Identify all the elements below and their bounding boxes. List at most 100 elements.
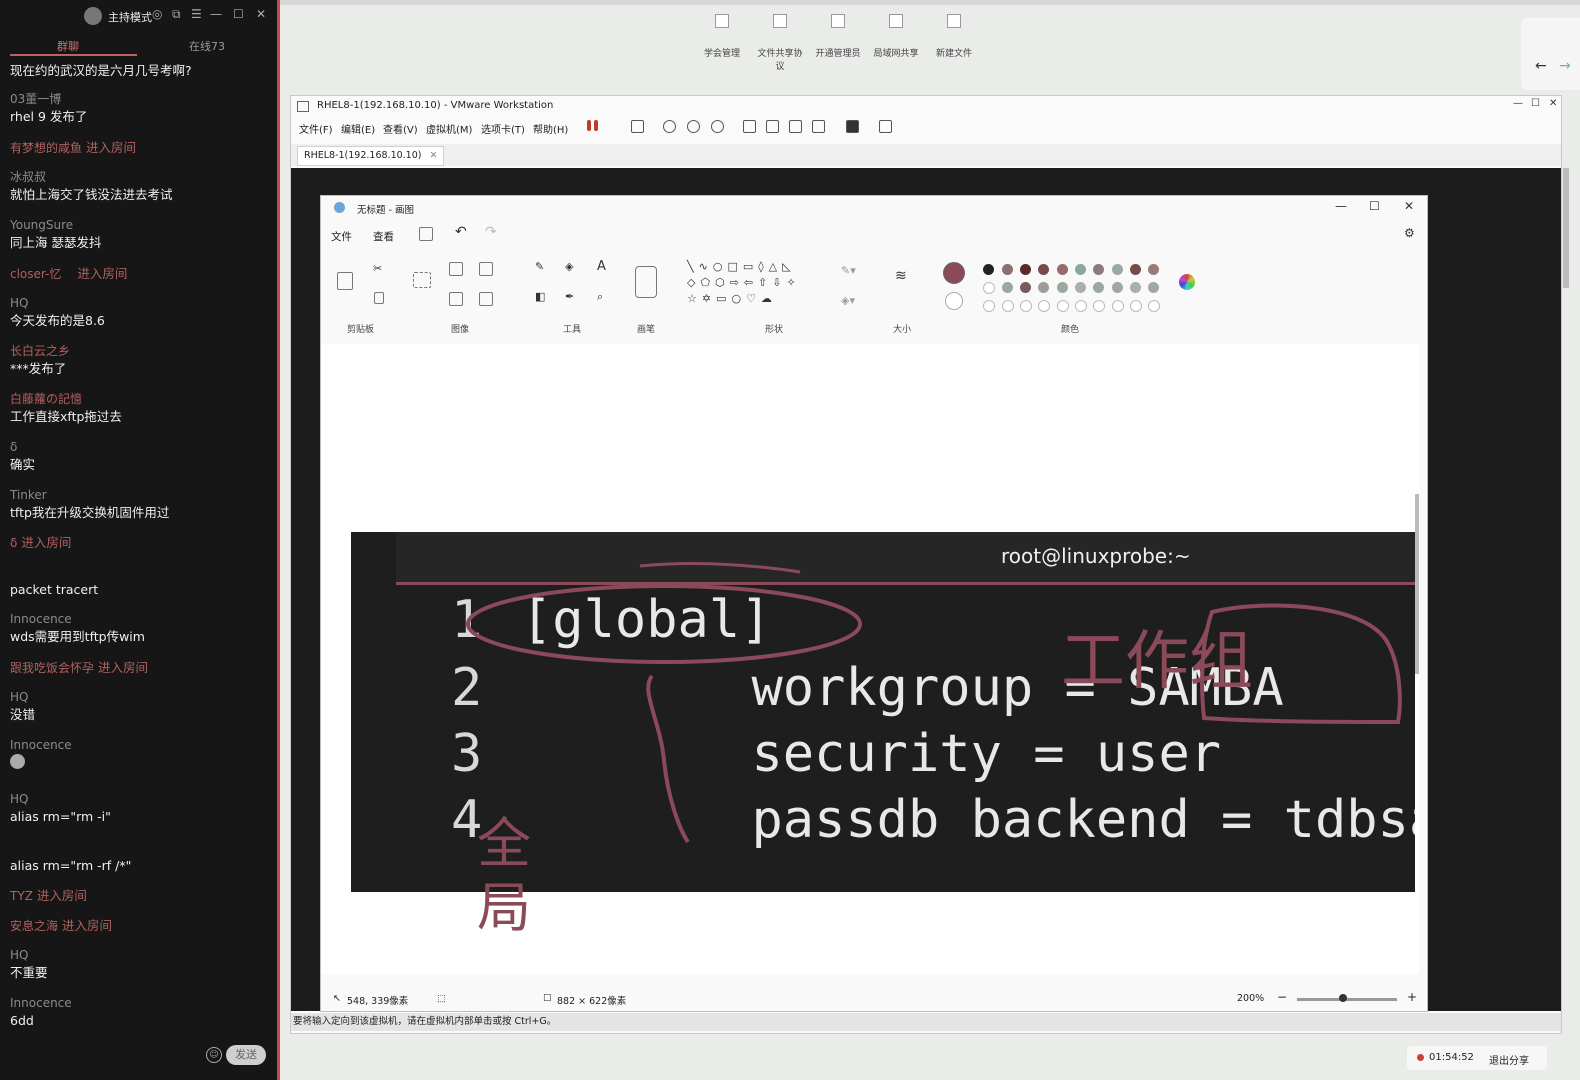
menu-file[interactable]: 文件 xyxy=(331,229,352,244)
thumbnail-icon[interactable] xyxy=(766,120,779,133)
desktop-shortcut[interactable]: 开通管理员 xyxy=(813,14,863,59)
palette-swatch[interactable] xyxy=(1130,300,1142,312)
palette-swatch[interactable] xyxy=(1002,300,1014,312)
crop-icon[interactable] xyxy=(449,262,463,276)
maximize-icon[interactable]: ☐ xyxy=(233,7,244,21)
text-tool-icon[interactable]: A xyxy=(597,259,606,274)
canvas-scrollbar[interactable] xyxy=(1415,494,1419,674)
palette-swatch[interactable] xyxy=(1057,300,1069,312)
palette-swatch[interactable] xyxy=(983,300,995,312)
color-2-swatch[interactable] xyxy=(945,292,963,310)
exit-share-button[interactable]: 退出分享 xyxy=(1489,1052,1529,1067)
vm-tab[interactable]: RHEL8-1(192.168.10.10) ✕ xyxy=(297,146,445,166)
menu-file[interactable]: 文件(F) xyxy=(299,121,333,136)
fullscreen-icon[interactable] xyxy=(789,120,802,133)
palette-swatch[interactable] xyxy=(1020,300,1032,312)
browser-window-peek[interactable]: ← → xyxy=(1521,18,1580,90)
console-icon[interactable] xyxy=(846,120,859,133)
close-icon[interactable]: ✕ xyxy=(1549,98,1557,109)
palette-swatch[interactable] xyxy=(1057,264,1068,275)
stretch-icon[interactable] xyxy=(879,120,892,133)
minimize-icon[interactable]: — xyxy=(1513,98,1523,109)
palette-swatch[interactable] xyxy=(1002,282,1013,293)
host-mode-label[interactable]: 主持模式 xyxy=(108,9,152,25)
palette-swatch[interactable] xyxy=(1075,264,1086,275)
zoom-slider-thumb[interactable] xyxy=(1339,994,1347,1002)
desktop-shortcut[interactable]: 新建文件 xyxy=(929,14,979,59)
zoom-in-icon[interactable]: + xyxy=(1407,990,1417,1004)
palette-swatch[interactable] xyxy=(1075,282,1086,293)
share-icon[interactable]: ⧉ xyxy=(172,7,181,22)
palette-swatch[interactable] xyxy=(1112,282,1123,293)
select-icon[interactable] xyxy=(413,272,431,288)
copy-icon[interactable] xyxy=(374,292,384,304)
save-icon[interactable] xyxy=(419,227,433,241)
menu-view[interactable]: 查看 xyxy=(373,229,394,244)
palette-swatch[interactable] xyxy=(1038,300,1050,312)
tab-group-chat[interactable]: 群聊 xyxy=(57,38,79,54)
palette-swatch[interactable] xyxy=(1112,264,1123,275)
menu-edit[interactable]: 编辑(E) xyxy=(341,121,375,136)
tab-online[interactable]: 在线73 xyxy=(189,38,225,54)
palette-swatch[interactable] xyxy=(1148,282,1159,293)
palette-swatch[interactable] xyxy=(1148,300,1160,312)
shapes-row-2[interactable]: ◇⬠⬡⇨⇦⇧⇩✧ xyxy=(687,276,801,289)
palette-swatch[interactable] xyxy=(1130,264,1141,275)
menu-icon[interactable]: ☰ xyxy=(191,7,202,21)
eraser-icon[interactable]: ◧ xyxy=(535,290,545,303)
snapshot-icon[interactable] xyxy=(663,120,676,133)
maximize-icon[interactable]: ☐ xyxy=(1369,199,1380,213)
edit-colors-icon[interactable] xyxy=(1179,274,1195,290)
palette-swatch[interactable] xyxy=(1020,264,1031,275)
unity-icon[interactable] xyxy=(812,120,825,133)
palette-swatch[interactable] xyxy=(1130,282,1141,293)
image-select-icon[interactable] xyxy=(449,292,463,306)
shapes-row-1[interactable]: ╲∿○□▭◊△◺ xyxy=(687,260,796,273)
close-tab-icon[interactable]: ✕ xyxy=(429,150,437,161)
back-arrow-icon[interactable]: ← xyxy=(1535,58,1547,74)
snapshot-manager-icon[interactable] xyxy=(711,120,724,133)
desktop-shortcut[interactable]: 学会管理 xyxy=(697,14,747,59)
desktop-shortcut[interactable]: 局域网共享 xyxy=(871,14,921,59)
color-1-swatch[interactable] xyxy=(943,262,965,284)
settings-icon[interactable]: ⚙ xyxy=(1404,226,1415,240)
palette-swatch[interactable] xyxy=(1112,300,1124,312)
menu-help[interactable]: 帮助(H) xyxy=(533,121,568,136)
close-icon[interactable]: ✕ xyxy=(256,7,266,21)
outline-icon[interactable]: ✎▾ xyxy=(841,264,856,277)
menu-tabs[interactable]: 选项卡(T) xyxy=(481,121,525,136)
resize-icon[interactable] xyxy=(479,262,493,276)
palette-swatch[interactable] xyxy=(1093,264,1104,275)
palette-swatch[interactable] xyxy=(1002,264,1013,275)
zoom-out-icon[interactable]: − xyxy=(1277,990,1287,1004)
redo-icon[interactable]: ↷ xyxy=(485,224,497,240)
desktop-shortcut[interactable]: 文件共享协议 xyxy=(755,14,805,72)
minimize-icon[interactable]: — xyxy=(1335,199,1347,213)
cut-icon[interactable]: ✂ xyxy=(373,262,382,275)
settings-icon[interactable]: ◎ xyxy=(152,7,162,21)
color-picker-icon[interactable]: ✒ xyxy=(565,290,574,303)
brush-icon[interactable] xyxy=(635,266,657,298)
palette-swatch[interactable] xyxy=(983,282,995,294)
palette-swatch[interactable] xyxy=(1038,282,1049,293)
palette-swatch[interactable] xyxy=(1038,264,1049,275)
scrollbar[interactable] xyxy=(1563,168,1569,288)
palette-swatch[interactable] xyxy=(983,264,994,275)
palette-swatch[interactable] xyxy=(1020,282,1031,293)
shape-fill-icon[interactable]: ◈▾ xyxy=(841,294,855,307)
palette-swatch[interactable] xyxy=(1075,300,1087,312)
revert-snapshot-icon[interactable] xyxy=(687,120,700,133)
library-icon[interactable] xyxy=(743,120,756,133)
shapes-row-3[interactable]: ☆✡▭○♡☁ xyxy=(687,292,777,305)
palette-swatch[interactable] xyxy=(1093,282,1104,293)
palette-swatch[interactable] xyxy=(1148,264,1159,275)
palette-swatch[interactable] xyxy=(1093,300,1105,312)
magnifier-icon[interactable]: ⌕ xyxy=(597,290,603,304)
palette-swatch[interactable] xyxy=(1057,282,1068,293)
send-button[interactable]: 发送 xyxy=(226,1045,266,1065)
pause-icon[interactable] xyxy=(587,120,591,131)
rotate-icon[interactable] xyxy=(479,292,493,306)
maximize-icon[interactable]: ☐ xyxy=(1531,98,1540,109)
paint-canvas[interactable]: root@linuxprobe:~ 1 [global] 2 workgroup… xyxy=(321,344,1419,974)
menu-vm[interactable]: 虚拟机(M) xyxy=(426,121,472,136)
